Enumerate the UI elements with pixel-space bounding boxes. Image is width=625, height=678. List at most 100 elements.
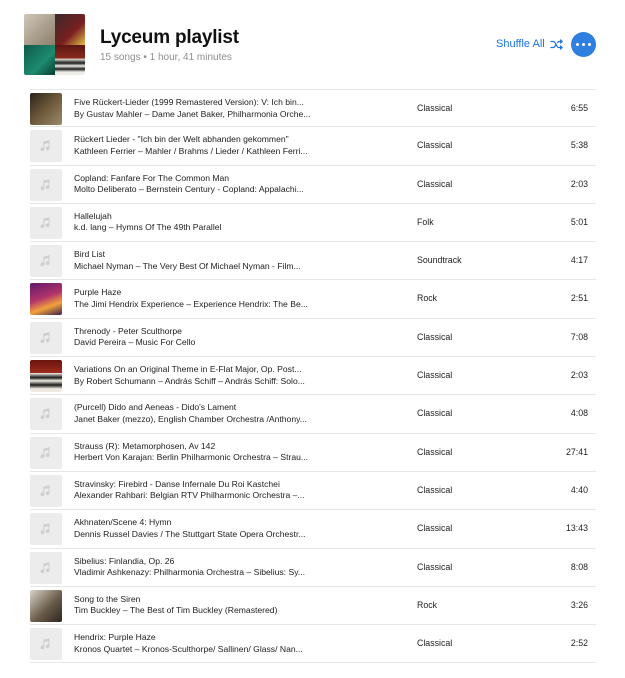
track-title[interactable]: Stravinsky: Firebird - Danse Infernale D… bbox=[74, 479, 339, 491]
track-list: Five Rückert-Lieder (1999 Remastered Ver… bbox=[30, 89, 596, 664]
cover-tile bbox=[24, 14, 55, 45]
track-title[interactable]: Threnody - Peter Sculthorpe bbox=[74, 326, 339, 338]
track-title[interactable]: Copland: Fanfare For The Common Man bbox=[74, 173, 339, 185]
music-note-icon[interactable] bbox=[30, 436, 62, 469]
track-artist-album[interactable]: By Gustav Mahler – Dame Janet Baker, Phi… bbox=[74, 109, 339, 121]
track-row[interactable]: Copland: Fanfare For The Common Man Molto… bbox=[30, 166, 596, 204]
track-genre: Classical bbox=[417, 523, 453, 534]
music-note-icon[interactable] bbox=[30, 245, 62, 278]
track-info: (Purcell) Dido and Aeneas - Dido's Lamen… bbox=[74, 402, 339, 425]
track-artist-album[interactable]: Michael Nyman – The Very Best Of Michael… bbox=[74, 261, 339, 273]
track-artist-album[interactable]: Alexander Rahbari: Belgian RTV Philharmo… bbox=[74, 490, 339, 502]
track-genre: Folk bbox=[417, 216, 434, 227]
track-duration: 2:03 bbox=[570, 178, 588, 189]
music-note-icon[interactable] bbox=[30, 551, 62, 584]
track-artist-album[interactable]: David Pereira – Music For Cello bbox=[74, 337, 339, 349]
track-row[interactable]: Hendrix: Purple Haze Kronos Quartet – Kro… bbox=[30, 625, 596, 664]
more-dot-icon bbox=[582, 43, 585, 46]
track-title[interactable]: Sibelius: Finlandia, Op. 26 bbox=[74, 556, 339, 568]
track-row[interactable]: Rückert Lieder - "Ich bin der Welt abhan… bbox=[30, 127, 596, 166]
track-artist-album[interactable]: By Robert Schumann – András Schiff – And… bbox=[74, 376, 339, 388]
album-artwork[interactable] bbox=[30, 360, 62, 393]
track-artist-album[interactable]: Janet Baker (mezzo), English Chamber Orc… bbox=[74, 414, 339, 426]
track-artist-album[interactable]: Vladimir Ashkenazy: Philharmonia Orchest… bbox=[74, 567, 339, 579]
music-note-icon[interactable] bbox=[30, 628, 62, 661]
track-genre: Classical bbox=[417, 484, 453, 495]
track-artist-album[interactable]: Kronos Quartet – Kronos-Sculthorpe/ Sall… bbox=[74, 644, 339, 656]
track-artist-album[interactable]: Molto Deliberato – Bernstein Century - C… bbox=[74, 184, 339, 196]
track-row[interactable]: Akhnaten/Scene 4: Hymn Dennis Russel Davi… bbox=[30, 510, 596, 549]
track-row[interactable]: Stravinsky: Firebird - Danse Infernale D… bbox=[30, 472, 596, 511]
track-genre: Classical bbox=[417, 561, 453, 572]
track-genre: Classical bbox=[417, 331, 453, 342]
track-duration: 27:41 bbox=[565, 446, 588, 457]
track-info: Sibelius: Finlandia, Op. 26 Vladimir Ashk… bbox=[74, 556, 339, 579]
playlist-cover-art[interactable] bbox=[24, 14, 85, 75]
track-row[interactable]: Sibelius: Finlandia, Op. 26 Vladimir Ashk… bbox=[30, 549, 596, 587]
playlist-summary: 15 songs • 1 hour, 41 minutes bbox=[100, 52, 232, 63]
track-genre: Classical bbox=[417, 370, 453, 381]
track-artist-album[interactable]: Dennis Russel Davies / The Stuttgart Sta… bbox=[74, 529, 339, 541]
track-genre: Classical bbox=[417, 103, 453, 113]
track-genre: Classical bbox=[417, 638, 453, 649]
music-note-icon[interactable] bbox=[30, 513, 62, 546]
album-artwork[interactable] bbox=[30, 283, 62, 316]
track-row[interactable]: (Purcell) Dido and Aeneas - Dido's Lamen… bbox=[30, 395, 596, 434]
more-options-button[interactable] bbox=[571, 32, 596, 57]
playlist-title: Lyceum playlist bbox=[100, 27, 239, 48]
track-info: Stravinsky: Firebird - Danse Infernale D… bbox=[74, 479, 339, 502]
shuffle-all-button[interactable]: Shuffle All bbox=[496, 38, 564, 50]
track-genre: Classical bbox=[417, 408, 453, 419]
track-title[interactable]: Hallelujah bbox=[74, 211, 339, 223]
track-row[interactable]: Strauss (R): Metamorphosen, Av 142 Herber… bbox=[30, 434, 596, 472]
track-title[interactable]: (Purcell) Dido and Aeneas - Dido's Lamen… bbox=[74, 402, 339, 414]
track-title[interactable]: Bird List bbox=[74, 249, 339, 261]
track-artist-album[interactable]: Kathleen Ferrier – Mahler / Brahms / Lie… bbox=[74, 146, 339, 158]
track-title[interactable]: Rückert Lieder - "Ich bin der Welt abhan… bbox=[74, 134, 339, 146]
track-duration: 4:08 bbox=[570, 408, 588, 419]
track-row[interactable]: Purple Haze The Jimi Hendrix Experience –… bbox=[30, 280, 596, 319]
shuffle-icon bbox=[550, 38, 563, 50]
track-row[interactable]: Variations On an Original Theme in E-Fla… bbox=[30, 357, 596, 396]
track-artist-album[interactable]: Herbert Von Karajan: Berlin Philharmonic… bbox=[74, 452, 339, 464]
shuffle-all-label: Shuffle All bbox=[496, 38, 545, 50]
track-info: Akhnaten/Scene 4: Hymn Dennis Russel Davi… bbox=[74, 517, 339, 540]
more-dot-icon bbox=[576, 43, 580, 46]
track-row[interactable]: Threnody - Peter Sculthorpe David Pereira… bbox=[30, 319, 596, 358]
music-note-icon[interactable] bbox=[30, 474, 62, 507]
track-title[interactable]: Five Rückert-Lieder (1999 Remastered Ver… bbox=[74, 97, 339, 109]
track-row[interactable]: Song to the Siren Tim Buckley – The Best … bbox=[30, 587, 596, 626]
track-row[interactable]: Hallelujah k.d. lang – Hymns Of The 49th … bbox=[30, 204, 596, 243]
playlist-header: Lyceum playlist 15 songs • 1 hour, 41 mi… bbox=[24, 14, 604, 76]
track-duration: 6:55 bbox=[570, 103, 588, 113]
track-title[interactable]: Strauss (R): Metamorphosen, Av 142 bbox=[74, 441, 339, 453]
music-note-icon[interactable] bbox=[30, 321, 62, 354]
track-row[interactable]: Bird List Michael Nyman – The Very Best O… bbox=[30, 242, 596, 281]
track-duration: 3:26 bbox=[570, 599, 588, 610]
track-title[interactable]: Hendrix: Purple Haze bbox=[74, 632, 339, 644]
track-title[interactable]: Purple Haze bbox=[74, 287, 339, 299]
track-info: Copland: Fanfare For The Common Man Molto… bbox=[74, 173, 339, 196]
track-duration: 2:52 bbox=[570, 638, 588, 649]
music-note-icon[interactable] bbox=[30, 398, 62, 431]
music-note-icon[interactable] bbox=[30, 206, 62, 239]
track-info: Strauss (R): Metamorphosen, Av 142 Herber… bbox=[74, 441, 339, 464]
more-dot-icon bbox=[587, 43, 591, 46]
track-title[interactable]: Akhnaten/Scene 4: Hymn bbox=[74, 517, 339, 529]
track-info: Song to the Siren Tim Buckley – The Best … bbox=[74, 594, 339, 617]
track-info: Variations On an Original Theme in E-Fla… bbox=[74, 364, 339, 387]
music-note-icon[interactable] bbox=[30, 168, 62, 201]
track-artist-album[interactable]: The Jimi Hendrix Experience – Experience… bbox=[74, 299, 339, 311]
track-info: Five Rückert-Lieder (1999 Remastered Ver… bbox=[74, 97, 339, 120]
track-title[interactable]: Variations On an Original Theme in E-Fla… bbox=[74, 364, 339, 376]
album-artwork[interactable] bbox=[30, 93, 62, 125]
album-artwork[interactable] bbox=[30, 589, 62, 622]
track-duration: 7:08 bbox=[570, 331, 588, 342]
track-row[interactable]: Five Rückert-Lieder (1999 Remastered Ver… bbox=[30, 89, 596, 128]
track-artist-album[interactable]: Tim Buckley – The Best of Tim Buckley (R… bbox=[74, 605, 339, 617]
track-artist-album[interactable]: k.d. lang – Hymns Of The 49th Parallel bbox=[74, 222, 339, 234]
music-note-icon[interactable] bbox=[30, 130, 62, 163]
track-duration: 2:51 bbox=[570, 293, 588, 304]
track-genre: Classical bbox=[417, 140, 453, 151]
track-title[interactable]: Song to the Siren bbox=[74, 594, 339, 606]
